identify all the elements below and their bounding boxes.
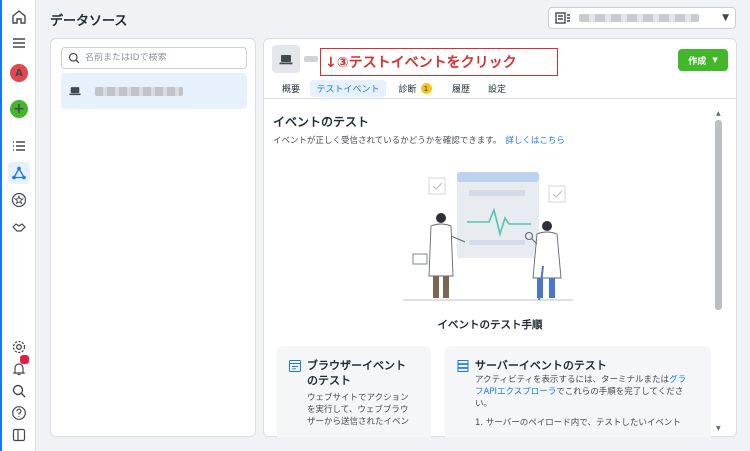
notification-badge bbox=[20, 355, 29, 364]
list-item[interactable] bbox=[61, 73, 247, 109]
source-icon bbox=[272, 45, 300, 73]
business-icon bbox=[555, 12, 570, 24]
tab-diagnostics[interactable]: 診断 1 bbox=[394, 80, 436, 97]
source-title-redacted bbox=[304, 56, 318, 62]
tab-settings[interactable]: 設定 bbox=[484, 80, 510, 97]
tab-label: テストイベント bbox=[316, 85, 380, 95]
account-avatar-wrap[interactable]: A bbox=[8, 62, 30, 84]
panel-toggle-icon[interactable] bbox=[8, 424, 30, 446]
instruction-annotation: ↓③テストイベントをクリック bbox=[320, 48, 558, 76]
nav-rail: A + bbox=[0, 0, 36, 451]
account-name-redacted bbox=[579, 14, 699, 22]
star-icon[interactable] bbox=[8, 189, 30, 211]
search-icon[interactable] bbox=[8, 380, 30, 402]
source-name-redacted bbox=[95, 86, 183, 96]
bell-icon[interactable] bbox=[8, 355, 30, 380]
laptop-icon bbox=[69, 87, 81, 96]
tab-test-events[interactable]: テストイベント bbox=[310, 80, 386, 97]
tab-label: 設定 bbox=[487, 85, 506, 95]
handshake-icon[interactable] bbox=[8, 216, 30, 238]
tab-label: 履歴 bbox=[451, 85, 470, 95]
tab-label: 概要 bbox=[281, 85, 300, 95]
events-manager-icon[interactable] bbox=[8, 162, 30, 184]
tab-bar: 概要 テストイベント 診断 1 履歴 設定 bbox=[264, 79, 736, 99]
tab-overview[interactable]: 概要 bbox=[278, 80, 304, 97]
home-icon[interactable] bbox=[8, 6, 30, 28]
chevron-down-icon: ▼ bbox=[712, 56, 718, 64]
avatar[interactable]: A bbox=[10, 64, 28, 82]
search-input[interactable] bbox=[85, 53, 235, 63]
diagnostics-count-badge: 1 bbox=[420, 83, 432, 94]
create-button-label: 作成 bbox=[688, 56, 707, 67]
list-icon[interactable] bbox=[8, 135, 30, 157]
create-plus-wrap[interactable]: + bbox=[8, 98, 30, 120]
laptop-icon bbox=[279, 54, 293, 64]
create-button[interactable]: 作成 ▼ bbox=[678, 49, 728, 71]
chevron-down-icon: ▼ bbox=[722, 13, 729, 23]
learn-more-link[interactable]: 詳しくはこちら bbox=[505, 136, 565, 146]
menu-icon[interactable] bbox=[8, 32, 30, 54]
help-icon[interactable] bbox=[8, 402, 30, 424]
search-icon bbox=[68, 52, 80, 64]
page-title: データソース bbox=[50, 14, 128, 29]
plus-icon[interactable]: + bbox=[10, 100, 28, 118]
search-box[interactable] bbox=[61, 47, 247, 69]
data-source-list bbox=[50, 38, 256, 437]
tab-history[interactable]: 履歴 bbox=[448, 80, 474, 97]
account-selector[interactable]: ▼ bbox=[548, 7, 736, 29]
source-detail-panel: ↓③テストイベントをクリック 作成 ▼ 概要 テストイベント 診断 1 履歴 設定 bbox=[263, 38, 737, 437]
tab-label: 診断 bbox=[398, 85, 417, 95]
